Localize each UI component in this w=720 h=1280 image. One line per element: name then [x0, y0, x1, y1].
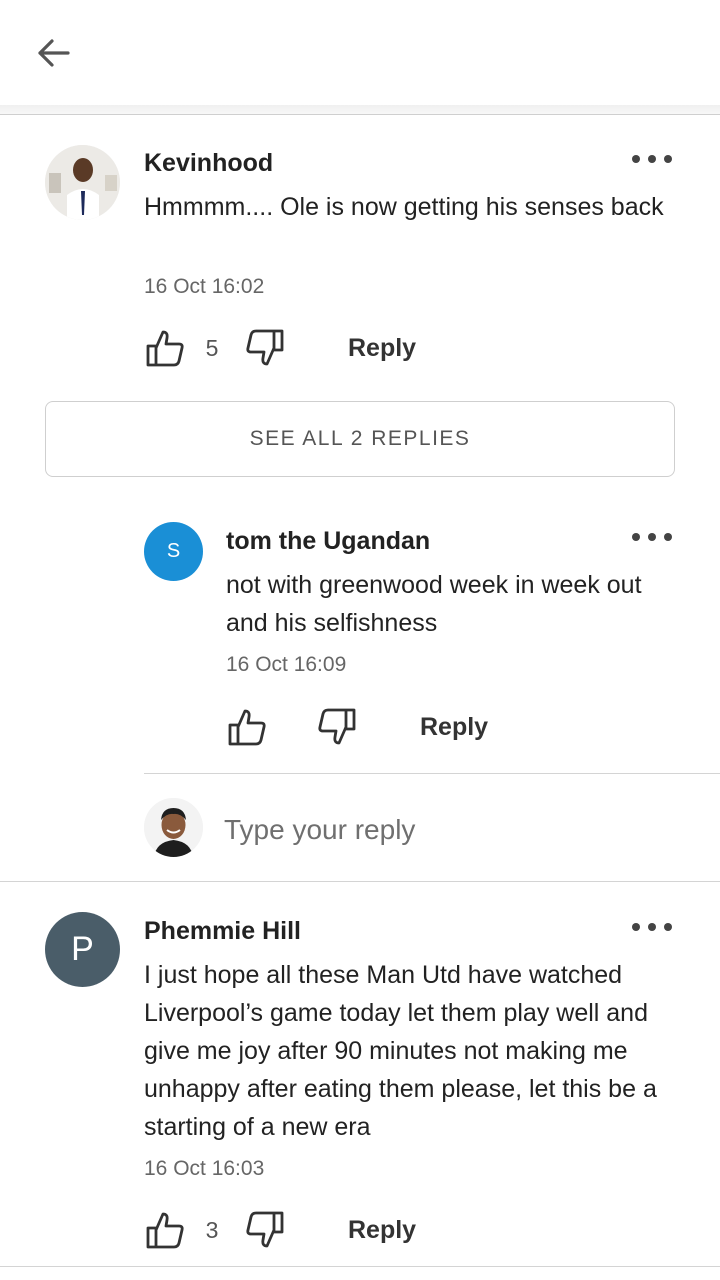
- comment-timestamp: 16 Oct 16:02: [144, 275, 265, 298]
- comment-divider: [0, 881, 720, 882]
- like-button[interactable]: [144, 1209, 186, 1251]
- dislike-button[interactable]: [316, 706, 358, 748]
- thumbs-down-icon: [318, 708, 356, 745]
- back-button[interactable]: [30, 30, 76, 76]
- dot-icon: [648, 155, 656, 163]
- comment-actions: 5 Reply: [144, 326, 416, 370]
- reply-divider: [144, 773, 720, 774]
- comment-author[interactable]: Kevinhood: [144, 149, 273, 178]
- comment-text: Hmmmm.... Ole is now getting his senses …: [144, 193, 664, 221]
- reply-button[interactable]: Reply: [348, 1216, 416, 1245]
- user-photo-icon: [45, 145, 120, 220]
- thumbs-down-icon: [246, 1211, 284, 1248]
- dot-icon: [632, 923, 640, 931]
- thumbs-up-icon: [146, 1212, 184, 1249]
- reply-input-row: [144, 798, 704, 860]
- dislike-button[interactable]: [244, 327, 286, 369]
- dot-icon: [664, 923, 672, 931]
- comment-text: not with greenwood week in week out and …: [226, 571, 642, 637]
- current-user-avatar: [144, 798, 203, 857]
- comment-author[interactable]: Phemmie Hill: [144, 917, 301, 946]
- avatar[interactable]: P: [45, 912, 120, 987]
- like-count: 3: [205, 1216, 219, 1243]
- dislike-button[interactable]: [244, 1209, 286, 1251]
- user-avatar-icon: [144, 798, 203, 857]
- dot-icon: [664, 533, 672, 541]
- reply-input[interactable]: [224, 808, 694, 852]
- more-options-button[interactable]: [632, 147, 672, 171]
- avatar-letter: S: [166, 540, 181, 562]
- comment-divider: [0, 1266, 720, 1267]
- more-options-button[interactable]: [632, 915, 672, 939]
- thumbs-up-icon: [146, 330, 184, 367]
- comment-text: I just hope all these Man Utd have watch…: [144, 961, 657, 1141]
- comment-timestamp: 16 Oct 16:09: [226, 653, 347, 676]
- avatar[interactable]: [45, 145, 120, 220]
- comment-timestamp: 16 Oct 16:03: [144, 1157, 265, 1180]
- dot-icon: [664, 155, 672, 163]
- dot-icon: [648, 923, 656, 931]
- reply-button[interactable]: Reply: [348, 334, 416, 363]
- dot-icon: [632, 533, 640, 541]
- like-count: 5: [205, 334, 219, 361]
- header-divider: [0, 105, 720, 115]
- thumbs-up-icon: [228, 709, 266, 746]
- reply-button[interactable]: Reply: [420, 713, 488, 742]
- comment-actions: 3 Reply: [144, 1208, 416, 1252]
- top-bar: [0, 0, 720, 105]
- dot-icon: [648, 533, 656, 541]
- like-button[interactable]: [144, 327, 186, 369]
- comment-author[interactable]: tom the Ugandan: [226, 527, 430, 556]
- see-all-replies-button[interactable]: SEE ALL 2 REPLIES: [45, 401, 675, 477]
- arrow-left-icon: [38, 39, 70, 67]
- like-button[interactable]: [226, 706, 268, 748]
- dot-icon: [632, 155, 640, 163]
- thumbs-down-icon: [246, 329, 284, 366]
- avatar[interactable]: S: [144, 522, 203, 581]
- more-options-button[interactable]: [632, 525, 672, 549]
- comment-actions: Reply: [226, 705, 488, 749]
- avatar-letter: P: [71, 930, 94, 968]
